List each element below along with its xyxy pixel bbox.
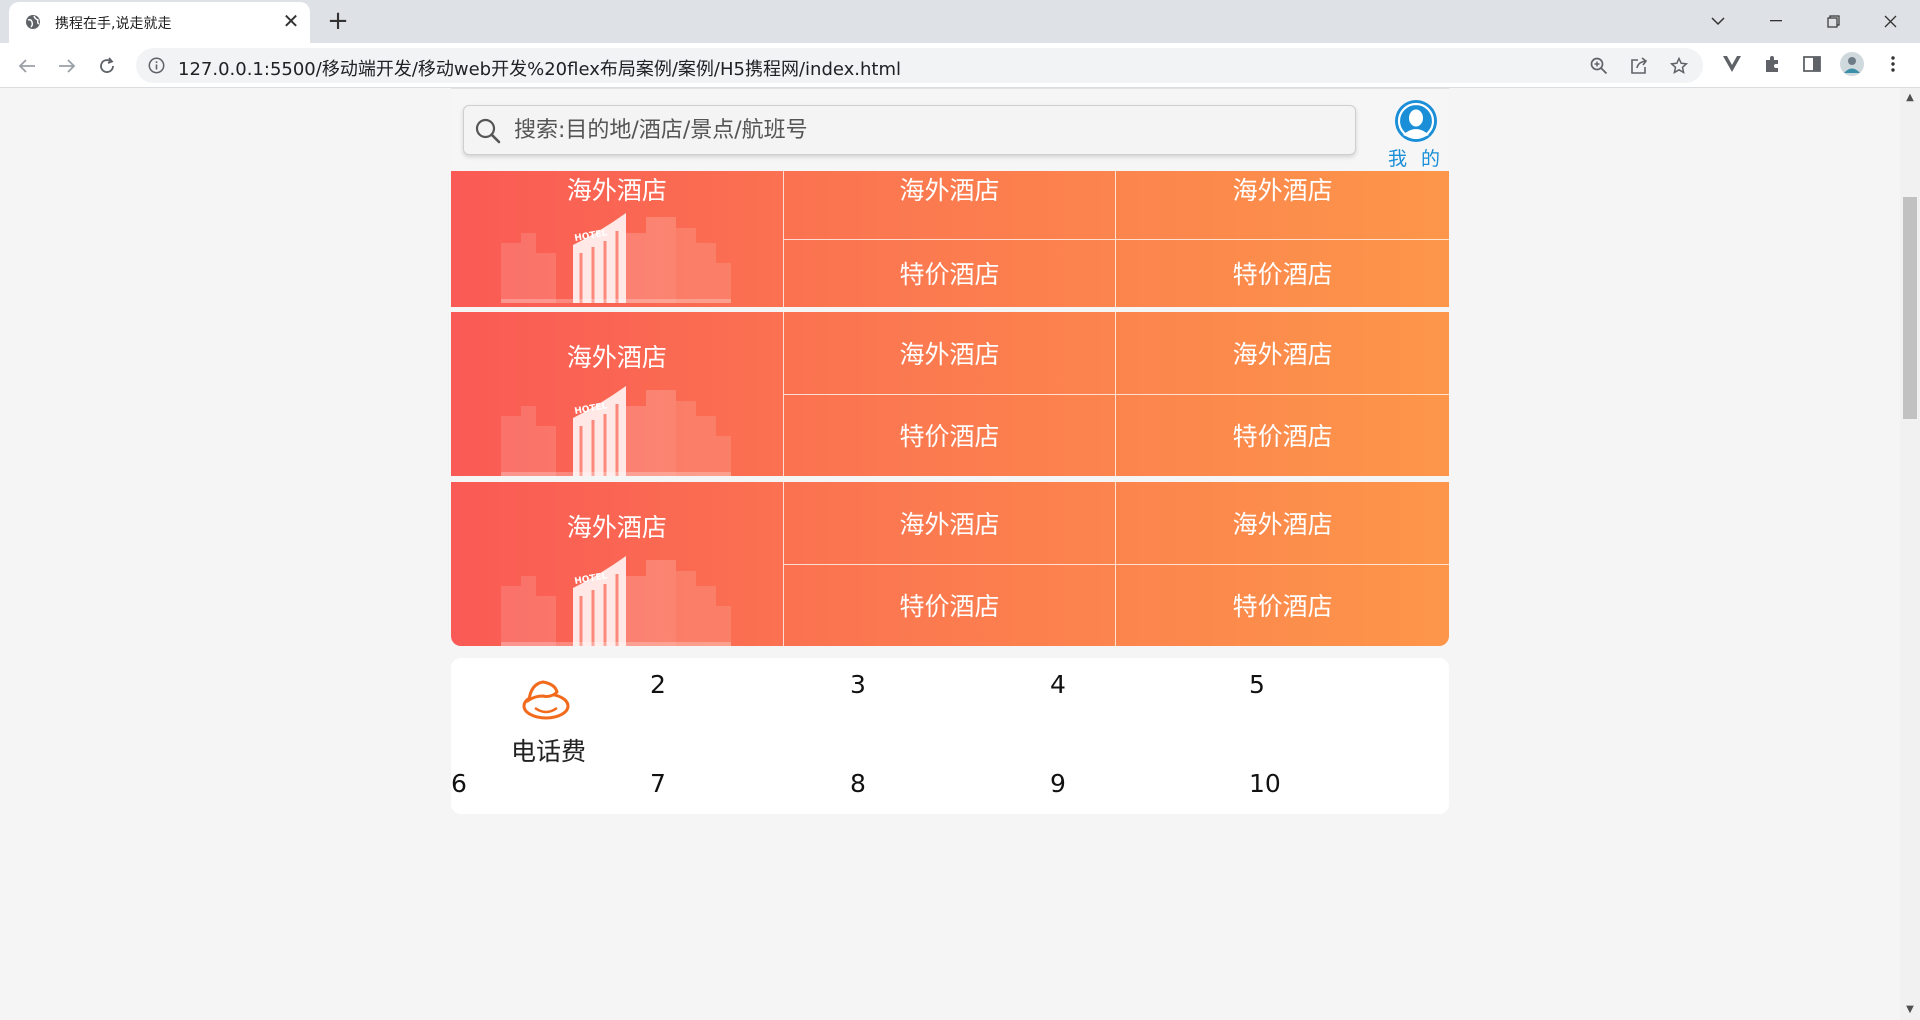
url-text[interactable]: 127.0.0.1:5500/移动端开发/移动web开发%20flex布局案例/… (178, 55, 901, 81)
hotel-cell-special[interactable]: 特价酒店 (1116, 240, 1449, 308)
scroll-up-arrow-icon[interactable]: ▲ (1904, 92, 1916, 104)
extensions-icon[interactable] (1760, 52, 1784, 76)
sub-nav-item[interactable]: 9 (1050, 769, 1066, 798)
hotel-cell-special[interactable]: 特价酒店 (784, 240, 1116, 308)
hotel-cell-overseas[interactable]: 海外酒店 (1116, 312, 1450, 395)
browser-toolbar: 127.0.0.1:5500/移动端开发/移动web开发%20flex布局案例/… (0, 43, 1920, 88)
hotel-cell-overseas[interactable]: 海外酒店 (1116, 171, 1450, 240)
restore-button[interactable] (1815, 6, 1851, 36)
hotel-col: 海外酒店 特价酒店 (1116, 482, 1450, 647)
phone-fee-label[interactable]: 电话费 (511, 732, 586, 768)
globe-icon (26, 15, 40, 29)
hotel-main-label: 海外酒店 (566, 513, 667, 542)
side-panel-icon[interactable] (1800, 52, 1824, 76)
hotel-main-cell[interactable]: 海外酒店 HOTEL (451, 482, 784, 646)
phone-fee-icon[interactable] (521, 678, 571, 722)
sub-nav-item[interactable]: 5 (1249, 670, 1265, 699)
bookmark-star-icon[interactable] (1669, 56, 1689, 76)
search-box[interactable] (463, 105, 1356, 155)
hotel-cell-special[interactable]: 特价酒店 (784, 565, 1116, 647)
scroll-down-arrow-icon[interactable]: ▼ (1904, 1004, 1916, 1016)
share-icon[interactable] (1629, 56, 1649, 76)
back-button[interactable] (12, 51, 42, 81)
sub-nav-item[interactable]: 8 (850, 769, 866, 798)
hotel-cell-special[interactable]: 特价酒店 (1116, 395, 1449, 477)
profile-avatar-icon[interactable] (1840, 52, 1864, 76)
hotel-col: 海外酒店 特价酒店 (783, 482, 1117, 647)
hotel-row: 海外酒店 HOTEL 海外酒店 特价酒店 海外酒店 特价酒店 (451, 312, 1450, 477)
hotel-main-label: 海外酒店 (566, 176, 667, 205)
site-info-icon[interactable] (148, 57, 165, 74)
my-account-link[interactable]: 我 的 (1386, 99, 1446, 170)
hotel-col: 海外酒店 特价酒店 (783, 171, 1117, 308)
search-icon (475, 118, 501, 144)
minimize-button[interactable] (1758, 6, 1794, 36)
new-tab-button[interactable]: + (324, 8, 352, 36)
close-window-button[interactable] (1872, 6, 1908, 36)
hotel-cell-special[interactable]: 特价酒店 (784, 395, 1116, 477)
scrollbar-thumb[interactable] (1903, 197, 1917, 419)
reload-button[interactable] (92, 51, 122, 81)
browser-tab-bar: 携程在手,说走就走 ✕ + (0, 0, 1920, 43)
hotel-cell-overseas[interactable]: 海外酒店 (1116, 482, 1450, 565)
search-header: 我 的 (451, 88, 1449, 171)
hotel-main-label: 海外酒店 (566, 343, 667, 372)
hotel-col: 海外酒店 特价酒店 (1116, 312, 1450, 477)
search-input[interactable] (514, 106, 1334, 154)
close-tab-icon[interactable]: ✕ (280, 10, 302, 32)
sub-nav-item[interactable]: 6 (451, 769, 467, 798)
tab-title: 携程在手,说走就走 (55, 16, 172, 32)
hotel-col: 海外酒店 特价酒店 (1116, 171, 1450, 308)
hotel-row: 海外酒店 HOTEL 海外酒店 特价酒店 海外酒店 特价酒店 (451, 171, 1450, 308)
hotel-col: 海外酒店 特价酒店 (783, 312, 1117, 477)
hotel-row: 海外酒店 HOTEL 海外酒店 特价酒店 海外酒店 特价酒店 (451, 482, 1450, 647)
hotel-cell-overseas[interactable]: 海外酒店 (783, 482, 1116, 565)
my-account-label: 我 的 (1387, 148, 1445, 170)
sub-nav-item[interactable]: 4 (1050, 670, 1066, 699)
hotel-building-icon: HOTEL (501, 213, 731, 303)
menu-kebab-icon[interactable] (1881, 52, 1905, 76)
zoom-icon[interactable] (1589, 56, 1609, 76)
hotel-cell-overseas[interactable]: 海外酒店 (783, 171, 1116, 240)
sub-nav-item[interactable]: 10 (1249, 769, 1281, 798)
browser-tab[interactable]: 携程在手,说走就走 ✕ (9, 2, 310, 43)
sub-nav: 电话费 2 3 4 5 6 7 8 9 10 (451, 658, 1449, 814)
hotel-cell-special[interactable]: 特价酒店 (1116, 565, 1449, 647)
hotel-cell-overseas[interactable]: 海外酒店 (783, 312, 1116, 395)
forward-button[interactable] (52, 51, 82, 81)
sub-nav-item[interactable]: 3 (850, 670, 866, 699)
hotel-building-icon: HOTEL (501, 386, 731, 476)
tab-search-chevron-icon[interactable] (1700, 6, 1736, 36)
hotel-main-cell[interactable]: 海外酒店 HOTEL (451, 312, 784, 476)
vue-devtools-icon[interactable] (1720, 52, 1744, 76)
sub-nav-item[interactable]: 7 (650, 769, 666, 798)
hotel-main-cell[interactable]: 海外酒店 HOTEL (451, 171, 784, 307)
user-avatar-icon (1395, 100, 1437, 142)
sub-nav-item[interactable]: 2 (650, 670, 666, 699)
address-bar[interactable]: 127.0.0.1:5500/移动端开发/移动web开发%20flex布局案例/… (136, 48, 1703, 83)
hotel-building-icon: HOTEL (501, 556, 731, 646)
